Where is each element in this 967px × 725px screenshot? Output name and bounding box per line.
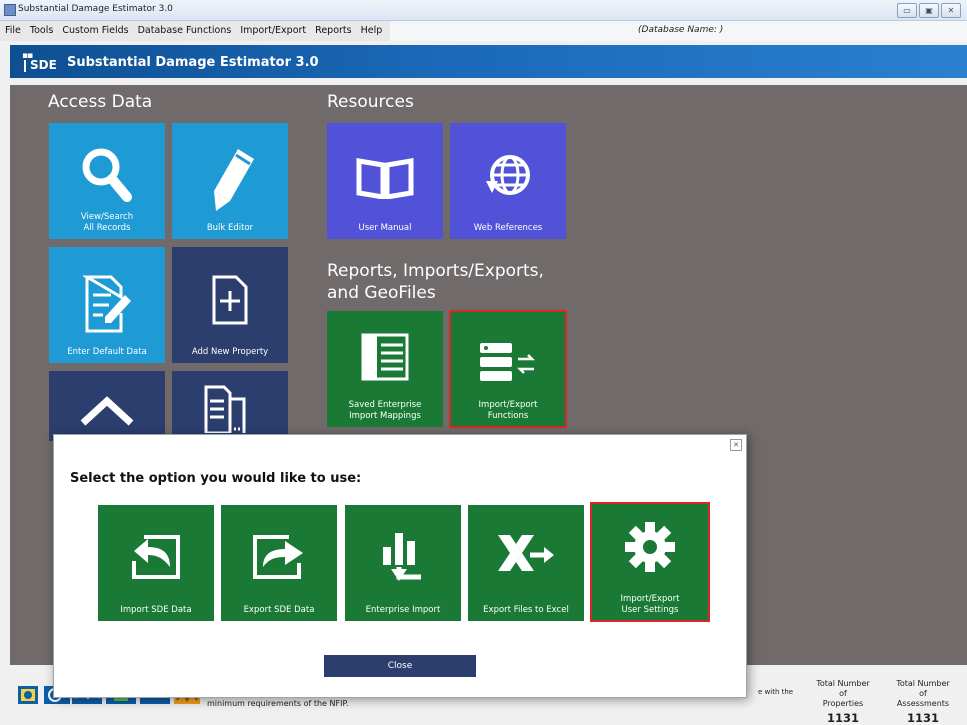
maximize-button[interactable]: ▣	[919, 3, 939, 18]
menu-reports[interactable]: Reports	[310, 21, 355, 41]
menu-custom-fields[interactable]: Custom Fields	[57, 21, 132, 41]
pencil-icon	[214, 149, 254, 211]
properties-label-1: Total Number of	[816, 679, 870, 698]
bulk-editor-tile[interactable]: Bulk Editor	[172, 123, 288, 239]
total-assessments-stat: Total Number of Assessments 1131	[892, 679, 954, 725]
enterprise-import-label: Enterprise Import	[365, 605, 441, 615]
saved-mappings-line1: Saved Enterprise	[348, 400, 422, 410]
enterprise-import-option[interactable]: Enterprise Import	[345, 505, 461, 621]
import-export-functions-line1: Import/Export	[478, 400, 538, 410]
layout-icon	[361, 333, 409, 381]
saved-enterprise-mappings-tile[interactable]: Saved Enterprise Import Mappings	[327, 311, 443, 427]
excel-export-icon	[498, 535, 554, 571]
menu-help[interactable]: Help	[356, 21, 387, 41]
house-tile[interactable]	[49, 371, 165, 441]
close-window-button[interactable]: ✕	[941, 3, 961, 18]
edit-document-icon	[83, 275, 131, 333]
user-settings-line2: User Settings	[621, 605, 679, 615]
section-reports-line2: and GeoFiles	[327, 283, 436, 303]
close-button[interactable]: Close	[324, 655, 476, 677]
window-title: Substantial Damage Estimator 3.0	[18, 4, 173, 14]
menu-tools[interactable]: Tools	[25, 21, 57, 41]
section-access-data: Access Data	[48, 92, 153, 112]
section-reports-line1: Reports, Imports/Exports,	[327, 261, 544, 281]
user-manual-tile[interactable]: User Manual	[327, 123, 443, 239]
import-sde-data-option[interactable]: Import SDE Data	[98, 505, 214, 621]
import-sde-data-label: Import SDE Data	[120, 605, 192, 615]
menu-import-export[interactable]: Import/Export	[235, 21, 310, 41]
view-search-line2: All Records	[83, 223, 131, 233]
footer-text-right: e with the	[758, 688, 794, 696]
export-files-to-excel-label: Export Files to Excel	[483, 605, 569, 615]
properties-count: 1131	[826, 711, 859, 725]
menu-bar: File Tools Custom Fields Database Functi…	[0, 21, 967, 41]
export-sde-data-label: Export SDE Data	[243, 605, 315, 615]
app-banner: ▪▪ SDE Substantial Damage Estimator 3.0	[10, 45, 967, 78]
enter-default-data-tile[interactable]: Enter Default Data	[49, 247, 165, 363]
view-search-tile[interactable]: View/Search All Records	[49, 123, 165, 239]
house-icon	[80, 396, 134, 426]
enter-default-data-label: Enter Default Data	[67, 347, 147, 357]
book-icon	[356, 158, 414, 199]
assessments-label-2: Assessments	[896, 699, 950, 708]
import-export-user-settings-option[interactable]: Import/Export User Settings	[590, 502, 710, 622]
partner-logo-1-icon	[18, 686, 38, 704]
user-settings-line1: Import/Export	[620, 594, 680, 604]
saved-mappings-line2: Import Mappings	[349, 411, 421, 421]
menu-database-functions[interactable]: Database Functions	[133, 21, 236, 41]
export-icon	[253, 535, 303, 579]
database-transfer-icon	[480, 343, 536, 381]
documents-tile[interactable]	[172, 371, 288, 441]
view-search-line1: View/Search	[80, 212, 134, 222]
footer-text: minimum requirements of the NFIP.	[207, 699, 349, 708]
banner-title: Substantial Damage Estimator 3.0	[67, 55, 319, 70]
enterprise-import-icon	[383, 533, 421, 581]
add-new-property-tile[interactable]: Add New Property	[172, 247, 288, 363]
sde-logo: ▪▪ SDE	[22, 51, 57, 72]
window-titlebar: Substantial Damage Estimator 3.0 ▭ ▣ ✕	[0, 0, 967, 21]
import-icon	[132, 535, 180, 579]
section-resources: Resources	[327, 92, 414, 112]
minimize-button[interactable]: ▭	[897, 3, 917, 18]
export-sde-data-option[interactable]: Export SDE Data	[221, 505, 337, 621]
user-manual-label: User Manual	[358, 223, 412, 233]
add-new-property-label: Add New Property	[191, 347, 269, 357]
assessments-label-1: Total Number of	[896, 679, 950, 698]
sde-logo-text: SDE	[30, 58, 57, 72]
window-controls: ▭ ▣ ✕	[897, 3, 961, 18]
web-references-tile[interactable]: Web References	[450, 123, 566, 239]
web-references-label: Web References	[473, 223, 543, 233]
total-properties-stat: Total Number of Properties 1131	[812, 679, 874, 725]
import-export-dialog: ✕ Select the option you would like to us…	[53, 434, 747, 698]
bulk-editor-label: Bulk Editor	[206, 223, 254, 233]
assessments-count: 1131	[906, 711, 939, 725]
gear-icon	[625, 522, 675, 572]
export-files-to-excel-option[interactable]: Export Files to Excel	[468, 505, 584, 621]
app-icon	[4, 4, 16, 16]
search-icon	[82, 148, 132, 202]
properties-label-2: Properties	[822, 699, 864, 708]
documents-icon	[204, 385, 246, 433]
add-document-icon	[212, 275, 248, 325]
menu-file[interactable]: File	[0, 21, 25, 41]
dialog-close-icon[interactable]: ✕	[730, 439, 742, 451]
dialog-prompt: Select the option you would like to use:	[70, 471, 362, 486]
section-reports: Reports, Imports/Exports, and GeoFiles	[327, 260, 544, 304]
database-name-label: (Database Name: )	[638, 25, 724, 35]
import-export-functions-line2: Functions	[487, 411, 529, 421]
import-export-functions-tile[interactable]: Import/Export Functions	[449, 310, 567, 428]
globe-icon	[486, 155, 530, 195]
